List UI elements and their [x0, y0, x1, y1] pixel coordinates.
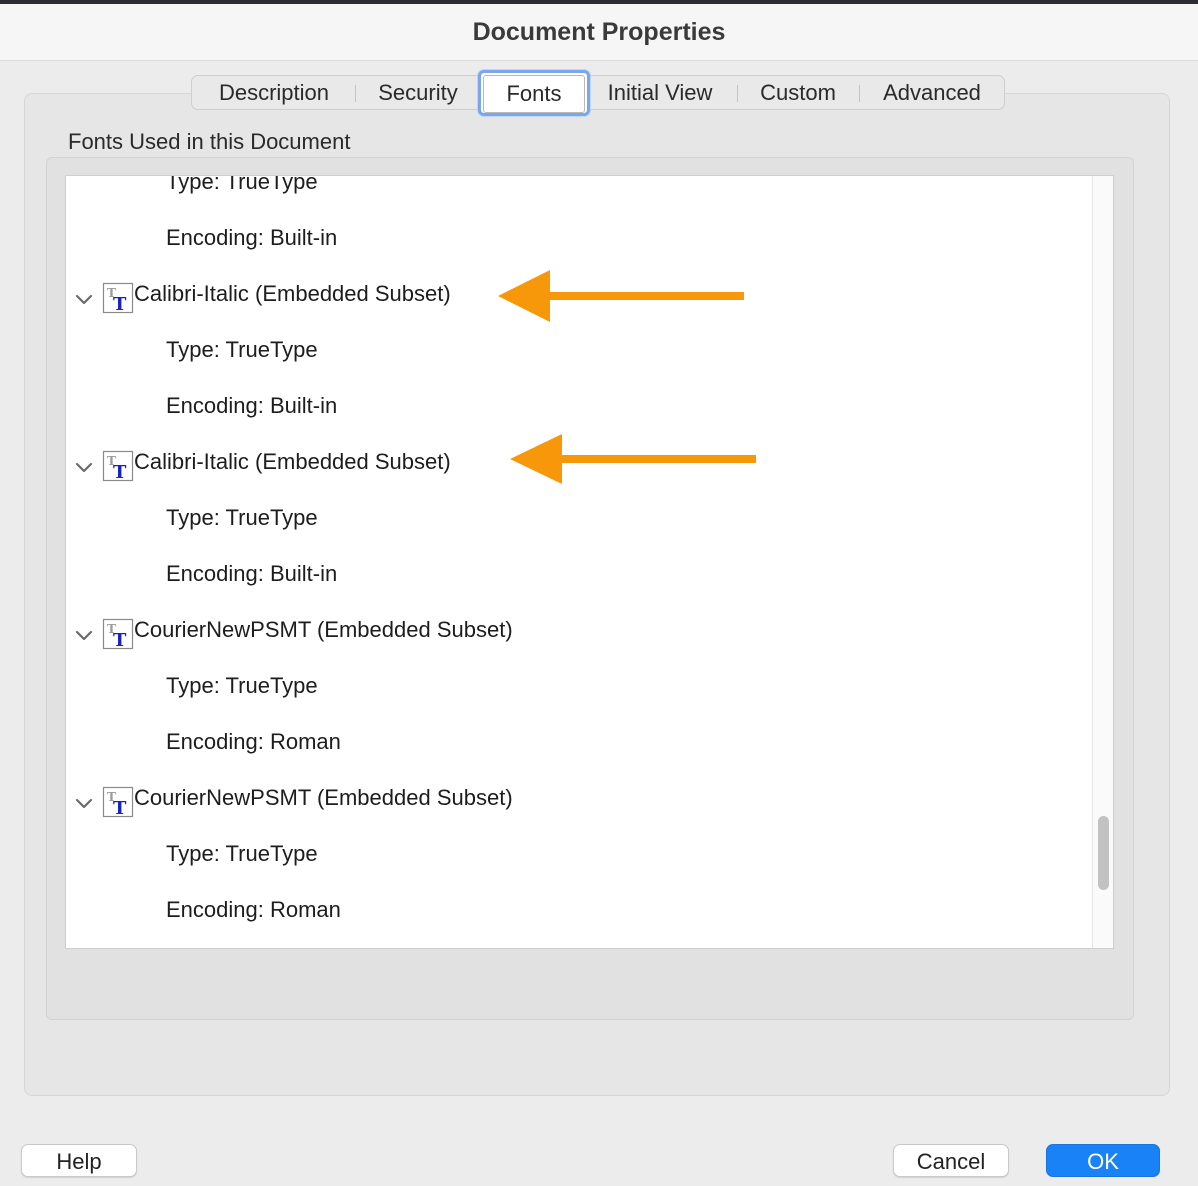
scrollbar-thumb[interactable] — [1098, 816, 1109, 890]
list-item: Type: TrueType — [66, 336, 1086, 392]
scrollbar[interactable] — [1092, 176, 1113, 948]
font-encoding-label: Encoding: Built-in — [166, 561, 338, 586]
chevron-down-icon[interactable] — [74, 794, 94, 814]
tab-initial-view[interactable]: Initial View — [592, 76, 728, 109]
font-encoding-label: Encoding: Roman — [166, 897, 341, 922]
tab-fonts[interactable]: Fonts — [478, 70, 590, 116]
title-bar: Document Properties — [0, 4, 1198, 61]
truetype-font-icon: T T — [102, 786, 134, 818]
font-entry[interactable]: T T CourierNewPSMT (Embedded Subset) — [66, 612, 1086, 668]
section-label: Fonts Used in this Document — [68, 129, 351, 154]
font-encoding-label: Encoding: Built-in — [166, 225, 338, 250]
arrow-left-icon — [510, 434, 756, 484]
font-name: CourierNewPSMT (Embedded Subset) — [134, 785, 513, 810]
tab-bar: Description Security Fonts Initial View … — [191, 70, 1005, 116]
window-title: Document Properties — [472, 18, 726, 46]
list-item: Type: TrueType — [66, 840, 1086, 896]
svg-text:T: T — [113, 798, 127, 818]
font-type-label: Type: TrueType — [166, 337, 318, 362]
truetype-font-icon: T T — [102, 282, 134, 314]
list-item: Encoding: Built-in — [66, 560, 1086, 616]
font-name: CourierNewPSMT (Embedded Subset) — [134, 617, 513, 642]
font-entry[interactable]: T T CourierNewPSMT (Embedded Subset) — [66, 780, 1086, 836]
svg-text:T: T — [113, 630, 127, 650]
arrow-left-icon — [498, 270, 744, 322]
tab-fonts-label: Fonts — [483, 75, 585, 113]
tab-separator — [737, 85, 738, 102]
svg-text:T: T — [113, 462, 127, 482]
tab-description[interactable]: Description — [196, 76, 352, 109]
font-name: Calibri-Italic (Embedded Subset) — [134, 449, 451, 474]
tab-custom[interactable]: Custom — [742, 76, 854, 109]
truetype-font-icon: T T — [102, 450, 134, 482]
help-button[interactable]: Help — [21, 1144, 137, 1177]
list-item: Encoding: Roman — [66, 728, 1086, 784]
font-type-label: Type: TrueType — [166, 505, 318, 530]
tab-separator — [859, 85, 860, 102]
font-encoding-label: Encoding: Built-in — [166, 393, 338, 418]
list-item: Type: TrueType — [66, 504, 1086, 560]
tab-advanced[interactable]: Advanced — [864, 76, 1000, 109]
tab-security[interactable]: Security — [358, 76, 478, 109]
font-type-label: Type: TrueType — [166, 841, 318, 866]
chevron-down-icon[interactable] — [74, 626, 94, 646]
font-name: Calibri-Italic (Embedded Subset) — [134, 281, 451, 306]
font-type-label: Type: TrueType — [166, 175, 318, 194]
svg-text:T: T — [113, 294, 127, 314]
list-item: Encoding: Roman — [66, 896, 1086, 948]
list-item: Type: TrueType — [66, 672, 1086, 728]
tab-separator — [355, 85, 356, 102]
font-encoding-label: Encoding: Roman — [166, 729, 341, 754]
ok-button[interactable]: OK — [1046, 1144, 1160, 1177]
cancel-button[interactable]: Cancel — [893, 1144, 1009, 1177]
truetype-font-icon: T T — [102, 618, 134, 650]
chevron-down-icon[interactable] — [74, 290, 94, 310]
font-type-label: Type: TrueType — [166, 673, 318, 698]
chevron-down-icon[interactable] — [74, 458, 94, 478]
list-item: Type: TrueType — [66, 175, 1086, 224]
